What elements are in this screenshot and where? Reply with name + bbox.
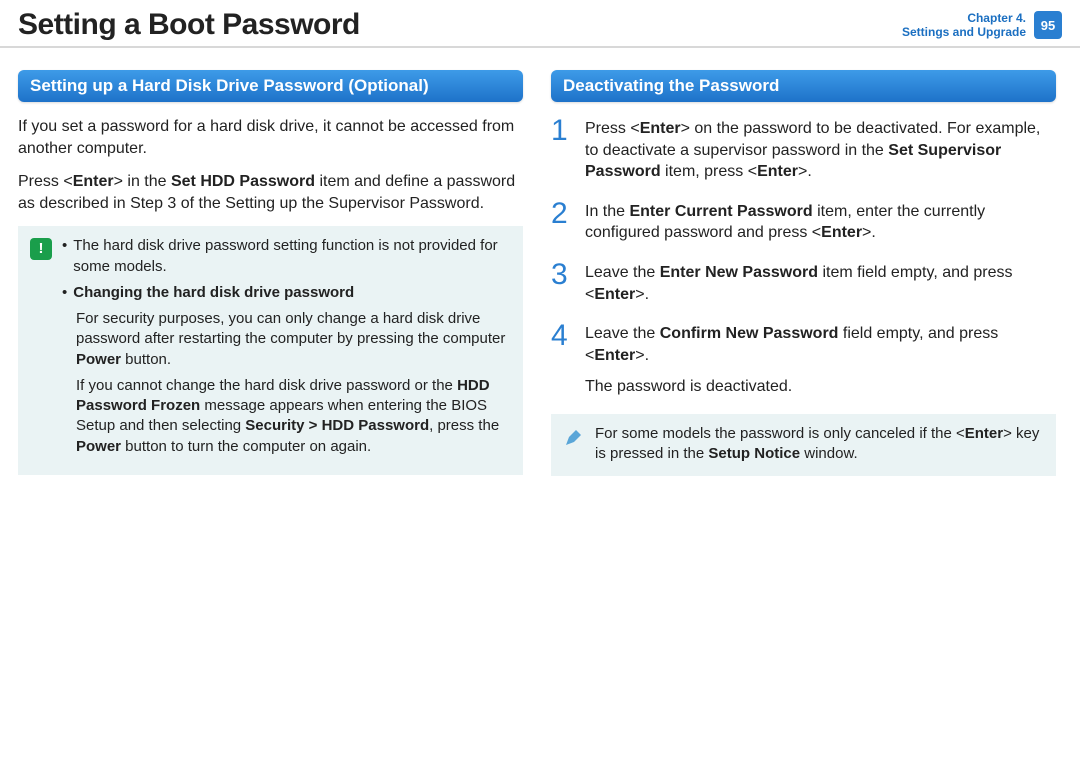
chapter-text: Chapter 4. Settings and Upgrade: [902, 11, 1026, 40]
page-title: Setting a Boot Password: [18, 8, 360, 42]
setup-notice-label: Setup Notice: [708, 445, 800, 462]
step-number: 2: [551, 199, 573, 244]
step-number: 3: [551, 260, 573, 305]
right-column: Deactivating the Password 1 Press <Enter…: [551, 70, 1056, 476]
text: button.: [121, 351, 171, 368]
power-label: Power: [76, 351, 121, 368]
note-sub-para-1: For security purposes, you can only chan…: [76, 309, 511, 370]
chapter-line-2: Settings and Upgrade: [902, 25, 1026, 39]
note-body: For some models the password is only can…: [595, 424, 1044, 465]
note-sub-para-2: If you cannot change the hard disk drive…: [76, 376, 511, 457]
enter-key: Enter: [640, 120, 681, 137]
left-para-1: If you set a password for a hard disk dr…: [18, 116, 523, 159]
bullet-icon: •: [62, 283, 67, 303]
text: , press the: [429, 417, 499, 434]
text: button to turn the computer on again.: [121, 438, 371, 455]
step-4: 4 Leave the Confirm New Password field e…: [551, 321, 1056, 398]
enter-key: Enter: [965, 425, 1003, 442]
page-header: Setting a Boot Password Chapter 4. Setti…: [0, 0, 1080, 48]
alert-icon: !: [30, 238, 52, 260]
text: >.: [635, 286, 649, 303]
enter-new-password-label: Enter New Password: [660, 264, 818, 281]
chapter-block: Chapter 4. Settings and Upgrade 95: [902, 11, 1062, 40]
enter-key: Enter: [594, 286, 635, 303]
step-number: 1: [551, 116, 573, 183]
text: Leave the: [585, 325, 660, 342]
text: window.: [800, 445, 858, 462]
section-title-deactivate: Deactivating the Password: [551, 70, 1056, 102]
text: Leave the: [585, 264, 660, 281]
note-subtitle: Changing the hard disk drive password: [73, 283, 354, 303]
note-text: The hard disk drive password setting fun…: [73, 236, 511, 277]
text: Press <: [18, 173, 73, 190]
text: Press <: [585, 120, 640, 137]
chapter-line-1: Chapter 4.: [902, 11, 1026, 25]
step-3: 3 Leave the Enter New Password item fiel…: [551, 260, 1056, 305]
bullet-icon: •: [62, 236, 67, 277]
enter-current-password-label: Enter Current Password: [629, 203, 812, 220]
enter-key: Enter: [821, 224, 862, 241]
alert-note-box: ! • The hard disk drive password setting…: [18, 226, 523, 475]
note-body: • The hard disk drive password setting f…: [62, 236, 511, 463]
step-1: 1 Press <Enter> on the password to be de…: [551, 116, 1056, 183]
set-hdd-password-label: Set HDD Password: [171, 173, 315, 190]
note-bullet-1: • The hard disk drive password setting f…: [62, 236, 511, 277]
info-note-box: For some models the password is only can…: [551, 414, 1056, 477]
step-2: 2 In the Enter Current Password item, en…: [551, 199, 1056, 244]
left-column: Setting up a Hard Disk Drive Password (O…: [18, 70, 523, 476]
enter-key: Enter: [757, 163, 798, 180]
step-number: 4: [551, 321, 573, 398]
enter-key: Enter: [73, 173, 114, 190]
step-text: Leave the Confirm New Password field emp…: [585, 321, 1056, 398]
note-bullet-2: • Changing the hard disk drive password: [62, 283, 511, 303]
text: >.: [635, 347, 649, 364]
text: In the: [585, 203, 629, 220]
text: For security purposes, you can only chan…: [76, 310, 505, 347]
step-text: Press <Enter> on the password to be deac…: [585, 116, 1056, 183]
security-path-label: Security > HDD Password: [245, 417, 429, 434]
power-label: Power: [76, 438, 121, 455]
section-title-hdd-password: Setting up a Hard Disk Drive Password (O…: [18, 70, 523, 102]
text: item, press <: [661, 163, 757, 180]
note-icon: [563, 426, 585, 448]
left-para-2: Press <Enter> in the Set HDD Password it…: [18, 171, 523, 214]
text: For some models the password is only can…: [595, 425, 965, 442]
text: If you cannot change the hard disk drive…: [76, 377, 457, 394]
step-text: Leave the Enter New Password item field …: [585, 260, 1056, 305]
enter-key: Enter: [594, 347, 635, 364]
content-columns: Setting up a Hard Disk Drive Password (O…: [0, 48, 1080, 486]
text: >.: [798, 163, 812, 180]
step-text: In the Enter Current Password item, ente…: [585, 199, 1056, 244]
text: >.: [862, 224, 876, 241]
page-number-badge: 95: [1034, 11, 1062, 39]
confirm-new-password-label: Confirm New Password: [660, 325, 839, 342]
step-4-tail: The password is deactivated.: [585, 376, 1056, 398]
text: > in the: [114, 173, 171, 190]
